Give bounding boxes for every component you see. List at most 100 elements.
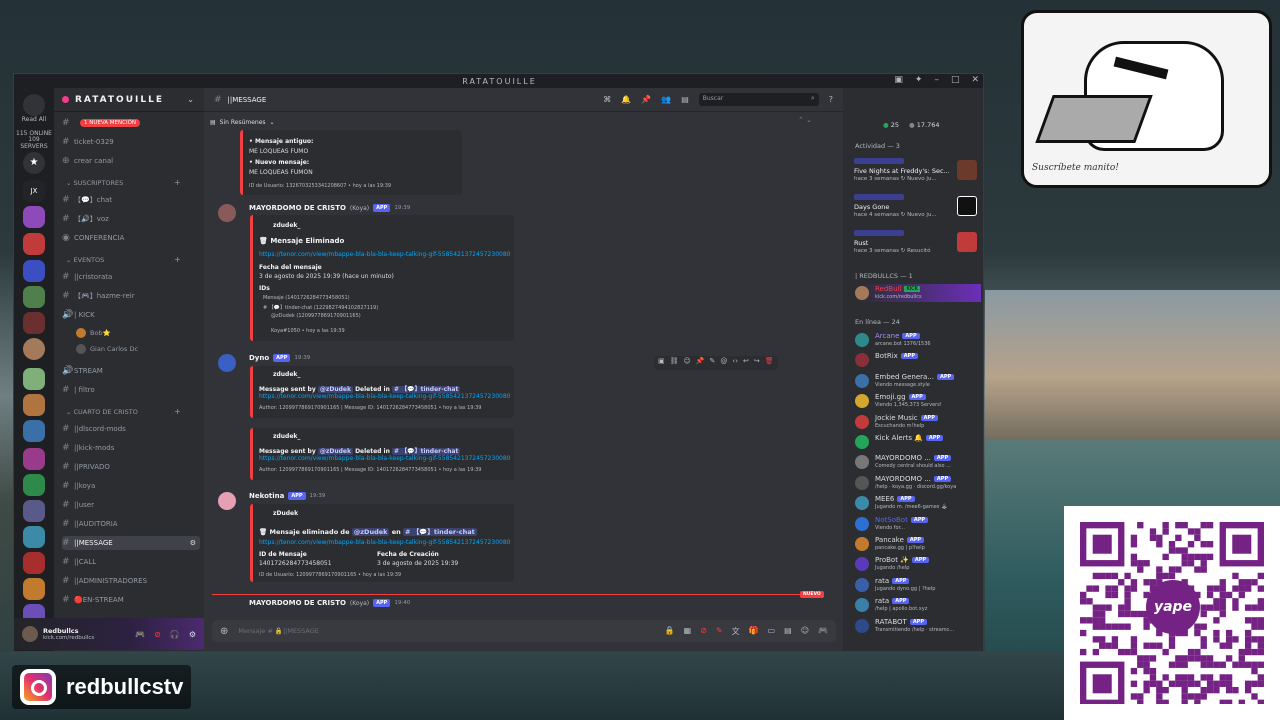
category-suscriptores[interactable]: ⌄ SUSCRIPTORES +	[66, 178, 181, 187]
member-row[interactable]: BotRix APP	[855, 351, 983, 369]
lock-icon[interactable]: 🔒	[665, 626, 675, 637]
channel-message-active[interactable]: # ||MESSAGE ⚙	[62, 536, 200, 550]
summaries-dropdown[interactable]: ▤ Sin Resúmenes ⌄	[210, 116, 275, 128]
member-row[interactable]: Embed Genera... APP Viendo message.style	[855, 372, 983, 390]
embed-link[interactable]: https://tenor.com/view/mbappe-bla-bla-bl…	[259, 393, 510, 400]
search-input[interactable]: Buscar ⌕	[698, 93, 819, 106]
server-icon-15[interactable]	[23, 578, 45, 600]
user-settings-icon[interactable]: ⚙	[189, 630, 196, 639]
message-author-koya-2[interactable]: MAYORDOMO DE CRISTO (Koya) APP 19:40	[249, 599, 410, 607]
server-icon-13[interactable]	[23, 526, 45, 548]
attach-plus-icon[interactable]: ⊕	[220, 626, 228, 637]
gamepad-icon[interactable]: 🎮	[135, 630, 145, 639]
server-icon-12[interactable]	[23, 500, 45, 522]
notifications-icon[interactable]: 🔔	[621, 95, 631, 104]
server-icon-1[interactable]	[23, 206, 45, 228]
server-icon-5[interactable]	[23, 312, 45, 334]
member-row[interactable]: Emoji.gg APP Viendo 1,345,373 Servers!	[855, 392, 983, 410]
embed-link[interactable]: https://tenor.com/view/mbappe-bla-bla-bl…	[259, 539, 510, 546]
pin-icon[interactable]: 📌	[641, 95, 651, 104]
activity-card-1[interactable]: Five Nights at Freddy's: Sec... hace 3 s…	[851, 156, 979, 188]
message-composer[interactable]: ⊕ Mensaje # 🔒||MESSAGE 🔒 ▦ ⊘ ✎ 文 🎁 ▭ ▤ ☺…	[212, 620, 836, 642]
edit-icon[interactable]: ✎	[716, 626, 723, 637]
channel-koya[interactable]: # ||koya	[62, 479, 200, 493]
server-jx[interactable]: JX	[23, 180, 45, 202]
voice-member-gian[interactable]: Gian Carlos Dc	[76, 342, 138, 356]
channel-privado[interactable]: # ||PRIVADO	[62, 460, 200, 474]
channel-user[interactable]: # ||user	[62, 498, 200, 512]
channel-administradores[interactable]: # ||ADMINISTRADORES	[62, 574, 200, 588]
channel-ticket[interactable]: # ticket-0329	[62, 135, 200, 149]
activity-card-2[interactable]: Days Gone hace 4 semanas ↻ Nuevo ju...	[851, 192, 979, 224]
embed-link[interactable]: https://tenor.com/view/mbappe-bla-bla-bl…	[259, 455, 510, 462]
author-name[interactable]: MAYORDOMO DE CRISTO	[249, 204, 346, 212]
embed-link[interactable]: https://tenor.com/view/mbappe-bla-bla-bl…	[259, 251, 510, 258]
translate-icon[interactable]: 文	[732, 626, 740, 637]
member-row[interactable]: Kick Alerts 🔔 APP	[855, 433, 983, 451]
member-row[interactable]: Pancake APP pancake.gg | p!help	[855, 535, 983, 553]
author-avatar[interactable]	[218, 354, 236, 372]
member-row[interactable]: MAYORDOMO ... APP/help · koya.gg · discor…	[855, 474, 983, 492]
inbox-icon[interactable]: ▤	[681, 95, 689, 104]
threads-icon[interactable]: ⌘	[603, 95, 611, 104]
channel-discord-mods[interactable]: # ||dlscord-mods	[62, 422, 200, 436]
game-icon[interactable]: 🎮	[818, 626, 828, 637]
calendar-icon[interactable]: ▦	[684, 626, 692, 637]
plus-icon[interactable]: +	[174, 407, 181, 416]
member-row[interactable]: Arcane APP arcane.bot 1376/1536	[855, 331, 983, 349]
member-row[interactable]: ProBot ✨ APP Jugando /help	[855, 555, 983, 573]
user-avatar[interactable]	[22, 626, 38, 642]
create-channel[interactable]: ⊕ crear canal	[62, 154, 200, 168]
link-icon[interactable]: ⛓	[670, 357, 679, 369]
jump-controls[interactable]: ⌃ ⌄	[798, 116, 812, 124]
message-author-koya[interactable]: MAYORDOMO DE CRISTO (Koya) APP 19:39	[249, 204, 410, 212]
inbox-icon[interactable]: ▣	[894, 75, 903, 85]
member-row[interactable]: rata APP/help | apollo.bot.xyz	[855, 596, 983, 614]
plus-icon[interactable]: +	[174, 178, 181, 187]
mention-channel[interactable]: #1 NUEVA MENCIÓN	[62, 116, 200, 130]
channel-conferencia[interactable]: ◉ CONFERENCIA	[62, 231, 200, 245]
server-icon-7[interactable]	[23, 368, 45, 390]
channel-filtro[interactable]: # | filtro	[62, 383, 200, 397]
member-row[interactable]: RATABOT APP Transmitiendo /help · streamc.…	[855, 617, 983, 635]
channel-voz[interactable]: # 【🔊】voz	[62, 212, 200, 226]
server-header[interactable]: RATATOUILLE ⌄	[54, 88, 204, 112]
channel-cristorata[interactable]: # ||cristorata	[62, 270, 200, 284]
voice-channel-stream[interactable]: 🔊 STREAM	[62, 364, 200, 378]
emoji-icon[interactable]: ☺	[801, 626, 809, 637]
channel-hazme-reir[interactable]: # 【🎮】hazme-reir	[62, 289, 200, 303]
message-author-nekotina[interactable]: Nekotina APP 19:39	[249, 492, 325, 500]
category-eventos[interactable]: ⌄ EVENTOS +	[66, 255, 181, 264]
gif-icon[interactable]: ▭	[768, 626, 776, 637]
channel-chat[interactable]: # 【💬】chat	[62, 193, 200, 207]
server-icon-3[interactable]	[23, 260, 45, 282]
message-author-dyno[interactable]: Dyno APP 19:39	[249, 354, 310, 362]
sticker-icon[interactable]: ▤	[784, 626, 792, 637]
gift-icon[interactable]: 🎁	[749, 626, 759, 637]
voice-channel-kick[interactable]: 🔊 | KICK	[62, 308, 200, 322]
channel-call[interactable]: # ||CALL	[62, 555, 200, 569]
member-row[interactable]: Jockie Music APP Escuchando m!help	[855, 413, 983, 431]
read-all-button[interactable]: Read All	[16, 116, 52, 123]
author-name[interactable]: MAYORDOMO DE CRISTO	[249, 599, 346, 607]
pin-icon[interactable]: 📌	[696, 357, 705, 369]
category-cuarto-de-cristo[interactable]: ⌄ CUARTO DE CRISTO +	[66, 407, 181, 416]
member-redbull[interactable]: RedBull KICK kick.com/redbullcs	[855, 284, 981, 302]
maximize-button[interactable]: □	[951, 75, 960, 85]
apps-icon[interactable]: ▣	[658, 357, 665, 369]
forward-icon[interactable]: ↪	[754, 357, 760, 369]
channel-en-stream[interactable]: # 🔴EN-STREAM	[62, 593, 200, 607]
chevron-down-icon[interactable]: ⌄	[187, 95, 196, 104]
activity-card-3[interactable]: Rust hace 3 semanas ↻ Resucitó	[851, 228, 979, 260]
delete-icon[interactable]: 🗑	[765, 357, 774, 369]
member-row[interactable]: MEE6 APP Jugando m. /mee6-games 🕹	[855, 494, 983, 512]
voice-member-bob[interactable]: Bob⭐	[76, 326, 111, 340]
mute-mic-icon[interactable]: ⊘	[154, 630, 161, 639]
help-icon[interactable]: ✦	[915, 75, 923, 85]
settings-gear-icon[interactable]: ⚙	[190, 539, 200, 547]
server-icon-14[interactable]	[23, 552, 45, 574]
member-row[interactable]: rata APP Jugando dyno.gg | ?help	[855, 576, 983, 594]
minimize-button[interactable]: –	[934, 75, 939, 85]
help-icon[interactable]: ?	[829, 95, 833, 104]
code-icon[interactable]: ‹›	[732, 357, 738, 369]
